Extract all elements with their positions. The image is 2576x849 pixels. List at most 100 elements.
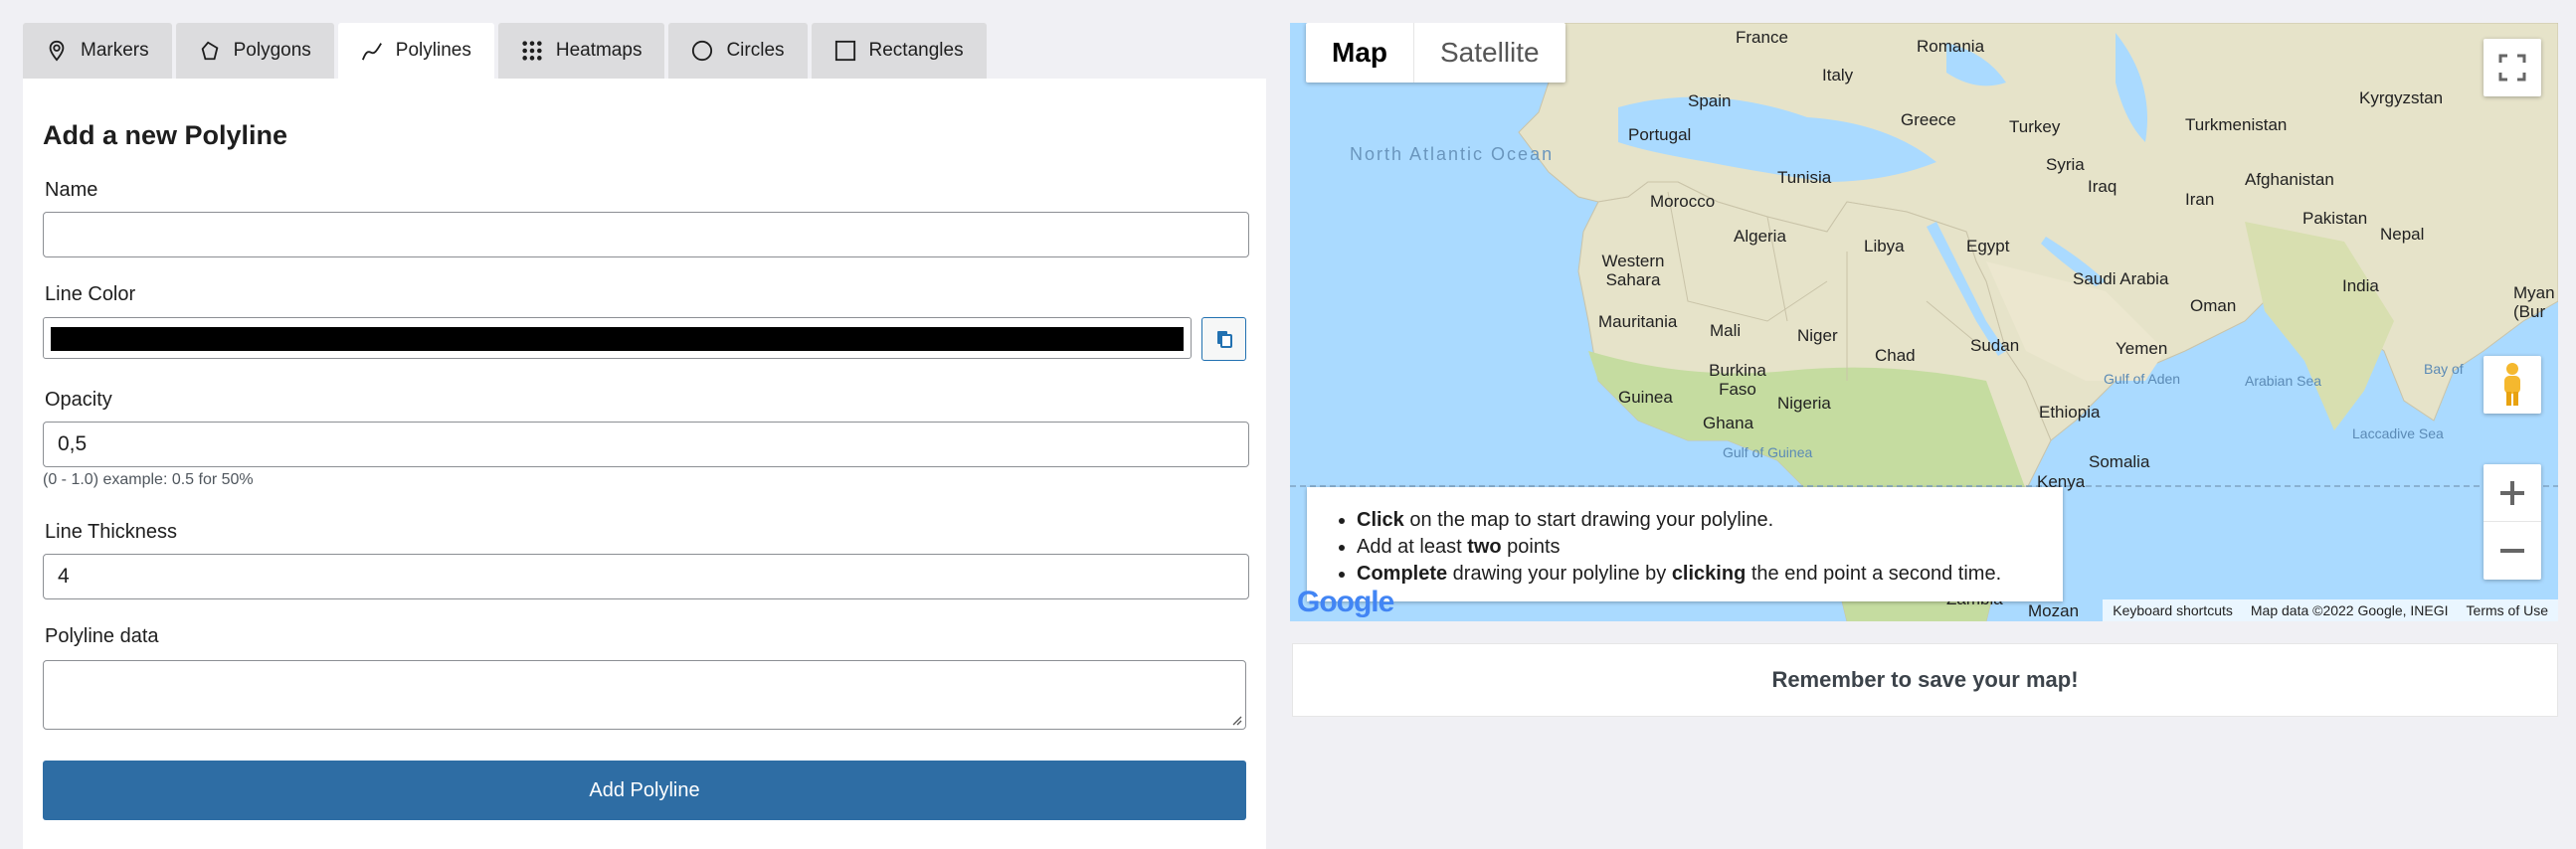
fullscreen-icon — [2498, 54, 2526, 82]
name-input[interactable] — [43, 212, 1249, 257]
street-view-pegman[interactable] — [2484, 356, 2541, 414]
terms-of-use-link[interactable]: Terms of Use — [2467, 602, 2548, 618]
country-label: France — [1736, 28, 1788, 47]
map-canvas[interactable]: Map Satellite North Atlantic Ocean Franc… — [1290, 23, 2558, 621]
map-type-control: Map Satellite — [1306, 23, 1565, 83]
country-label: Afghanistan — [2245, 170, 2334, 189]
opacity-hint: (0 - 1.0) example: 0.5 for 50% — [43, 471, 254, 488]
tab-rectangles-label: Rectangles — [868, 40, 964, 61]
country-label: Mozan — [2028, 601, 2080, 620]
water-label: Laccadive Sea — [2352, 425, 2444, 441]
country-label: Egypt — [1966, 237, 2010, 255]
overlay-type-tabs: Markers Polygons Polylines Heatmaps Circ… — [23, 23, 987, 79]
tab-polygons-label: Polygons — [233, 40, 311, 61]
google-logo[interactable]: Google — [1297, 586, 1394, 619]
polygon-icon — [201, 41, 219, 61]
map-type-map-button[interactable]: Map — [1306, 23, 1414, 83]
zoom-in-button[interactable] — [2484, 464, 2541, 522]
tab-heatmaps[interactable]: Heatmaps — [497, 23, 665, 79]
country-label: Turkey — [2009, 117, 2061, 136]
country-label: Saudi Arabia — [2073, 269, 2169, 288]
country-label: Chad — [1875, 346, 1916, 365]
country-label: Pakistan — [2302, 209, 2368, 228]
country-label: Portugal — [1628, 125, 1692, 144]
fullscreen-button[interactable] — [2484, 39, 2541, 96]
opacity-input[interactable]: 0,5 — [43, 422, 1249, 467]
line-color-label: Line Color — [45, 283, 136, 305]
minus-icon — [2500, 549, 2524, 553]
water-label: Arabian Sea — [2245, 373, 2322, 389]
country-label: Sudan — [1970, 336, 2020, 355]
tab-circles[interactable]: Circles — [668, 23, 808, 79]
name-label: Name — [45, 179, 98, 201]
country-label: Italy — [1822, 66, 1854, 85]
country-label: Nigeria — [1777, 394, 1831, 413]
tab-circles-label: Circles — [726, 40, 785, 61]
polyline-data-textarea[interactable] — [43, 660, 1246, 730]
tab-markers-label: Markers — [81, 40, 149, 61]
tab-polylines-label: Polylines — [395, 40, 471, 61]
country-label: Syria — [2046, 155, 2085, 174]
country-label: India — [2342, 276, 2379, 295]
plus-icon — [2500, 480, 2524, 505]
color-swatch — [51, 327, 1184, 351]
country-label: Mali — [1710, 321, 1742, 340]
country-label: Iran — [2185, 190, 2215, 209]
country-label: Spain — [1688, 91, 1732, 110]
map-data-text: Map data ©2022 Google, INEGI — [2250, 602, 2449, 618]
circle-icon — [692, 40, 713, 62]
map-type-satellite-button[interactable]: Satellite — [1414, 23, 1565, 83]
opacity-label: Opacity — [45, 389, 112, 411]
page-title: Add a new Polyline — [43, 120, 288, 150]
country-label: Somalia — [2089, 452, 2150, 471]
map-attribution: Keyboard shortcuts Map data ©2022 Google… — [2103, 599, 2558, 621]
country-label: Myan (Bur — [2513, 283, 2555, 321]
pegman-icon — [2504, 363, 2520, 406]
water-label: Gulf of Aden — [2104, 371, 2181, 387]
country-label: Morocco — [1650, 192, 1716, 211]
line-color-picker[interactable] — [43, 317, 1192, 359]
country-label: Burkina Faso — [1709, 361, 1766, 399]
instruction-item: Add at least two points — [1357, 534, 2043, 561]
resize-handle-icon[interactable] — [1230, 714, 1242, 726]
zoom-control — [2484, 464, 2541, 580]
water-label: Bay of — [2424, 361, 2464, 377]
polyline-form-panel: Add a new Polyline Name Line Color Opaci… — [23, 79, 1266, 849]
country-label: Libya — [1864, 237, 1905, 255]
country-label: Iraq — [2088, 177, 2117, 196]
country-label: Romania — [1917, 37, 1985, 56]
polyline-icon — [361, 43, 382, 61]
tab-polygons[interactable]: Polygons — [175, 23, 334, 79]
country-label: Oman — [2190, 296, 2237, 315]
line-thickness-input[interactable]: 4 — [43, 554, 1249, 599]
save-reminder: Remember to save your map! — [1292, 643, 2558, 717]
instruction-item: Click on the map to start drawing your p… — [1357, 507, 2043, 534]
add-polyline-button[interactable]: Add Polyline — [43, 761, 1246, 820]
tab-heatmaps-label: Heatmaps — [555, 40, 643, 61]
polyline-data-label: Polyline data — [45, 625, 159, 647]
water-label: Gulf of Guinea — [1723, 444, 1813, 460]
ocean-label: North Atlantic Ocean — [1350, 144, 1555, 164]
tab-rectangles[interactable]: Rectangles — [811, 23, 987, 79]
country-label: Turkmenistan — [2185, 115, 2288, 134]
country-label: Mauritania — [1598, 312, 1678, 331]
rectangle-icon — [834, 40, 855, 62]
drawing-instructions: Click on the map to start drawing your p… — [1307, 487, 2063, 601]
keyboard-shortcuts-link[interactable]: Keyboard shortcuts — [2113, 602, 2233, 618]
tab-markers[interactable]: Markers — [23, 23, 172, 79]
heatmap-icon — [522, 41, 542, 61]
copy-color-button[interactable] — [1201, 317, 1246, 361]
clipboard-icon — [1216, 331, 1232, 348]
country-label: Western Sahara — [1601, 252, 1665, 289]
country-label: Guinea — [1618, 388, 1673, 407]
country-label: Ethiopia — [2039, 403, 2101, 422]
country-label: Kyrgyzstan — [2359, 88, 2444, 107]
country-label: Tunisia — [1777, 168, 1832, 187]
country-label: Algeria — [1734, 227, 1786, 246]
country-label: Nepal — [2380, 225, 2425, 244]
zoom-out-button[interactable] — [2484, 522, 2541, 580]
tab-polylines[interactable]: Polylines — [337, 23, 494, 79]
country-label: Greece — [1901, 110, 1956, 129]
instruction-item: Complete drawing your polyline by clicki… — [1357, 561, 2043, 588]
country-label: Niger — [1797, 326, 1838, 345]
